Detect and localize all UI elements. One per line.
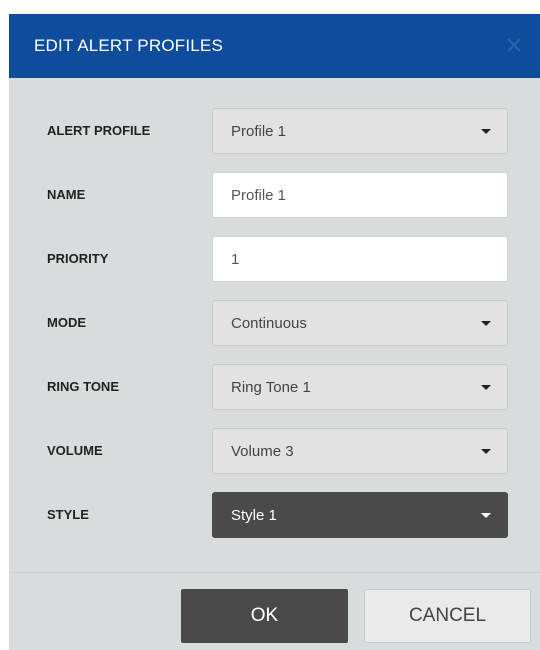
- dialog-header: EDIT ALERT PROFILES: [9, 14, 540, 78]
- footer-divider: [9, 572, 540, 573]
- mode-label: MODE: [47, 315, 86, 330]
- field-row-alert-profile: ALERT PROFILE Profile 1: [9, 108, 540, 154]
- name-input[interactable]: Profile 1: [212, 172, 508, 218]
- chevron-down-icon: [481, 385, 491, 390]
- field-row-volume: VOLUME Volume 3: [9, 428, 540, 474]
- field-row-style: STYLE Style 1: [9, 492, 540, 538]
- chevron-down-icon: [481, 129, 491, 134]
- priority-input[interactable]: 1: [212, 236, 508, 282]
- alert-profile-select[interactable]: Profile 1: [212, 108, 508, 154]
- alert-profile-value: Profile 1: [231, 123, 287, 140]
- field-row-ring-tone: RING TONE Ring Tone 1: [9, 364, 540, 410]
- style-select[interactable]: Style 1: [212, 492, 508, 538]
- ring-tone-value: Ring Tone 1: [231, 379, 311, 396]
- field-row-priority: PRIORITY 1: [9, 236, 540, 282]
- alert-profile-label: ALERT PROFILE: [47, 123, 151, 138]
- chevron-down-icon: [481, 513, 491, 518]
- style-label: STYLE: [47, 507, 89, 522]
- volume-label: VOLUME: [47, 443, 103, 458]
- ok-button[interactable]: OK: [181, 589, 348, 643]
- mode-value: Continuous: [231, 315, 307, 332]
- chevron-down-icon: [481, 449, 491, 454]
- priority-label: PRIORITY: [47, 251, 109, 266]
- priority-value: 1: [231, 251, 240, 268]
- ring-tone-select[interactable]: Ring Tone 1: [212, 364, 508, 410]
- mode-select[interactable]: Continuous: [212, 300, 508, 346]
- close-icon[interactable]: [503, 34, 525, 56]
- edit-alert-profiles-dialog: EDIT ALERT PROFILES ALERT PROFILE Profil…: [9, 14, 540, 650]
- volume-select[interactable]: Volume 3: [212, 428, 508, 474]
- ring-tone-label: RING TONE: [47, 379, 119, 394]
- field-row-mode: MODE Continuous: [9, 300, 540, 346]
- cancel-button[interactable]: CANCEL: [364, 589, 531, 643]
- volume-value: Volume 3: [231, 443, 294, 460]
- field-row-name: NAME Profile 1: [9, 172, 540, 218]
- style-value: Style 1: [231, 507, 277, 524]
- dialog-title: EDIT ALERT PROFILES: [34, 36, 223, 55]
- name-value: Profile 1: [231, 187, 287, 204]
- chevron-down-icon: [481, 321, 491, 326]
- name-label: NAME: [47, 187, 86, 202]
